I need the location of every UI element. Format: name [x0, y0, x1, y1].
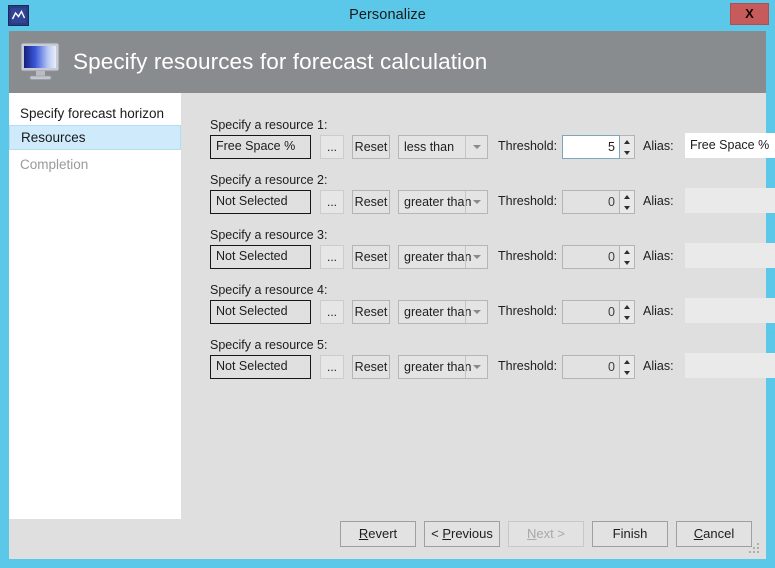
stepper-down-icon	[620, 312, 634, 323]
chevron-down-icon[interactable]	[465, 191, 487, 213]
operator-select-value-5: greater than	[404, 360, 472, 374]
dialog-body: Specify forecast horizon Resources Compl…	[9, 93, 775, 559]
alias-input-2	[685, 188, 775, 213]
resource-group-label: Specify a resource 2:	[210, 173, 328, 187]
operator-select-1[interactable]: less than	[398, 135, 488, 159]
alias-input-1[interactable]: Free Space %	[685, 133, 775, 158]
resource-group-4: Specify a resource 4: Not Selected ... R…	[181, 283, 775, 338]
stepper-down-icon	[620, 202, 634, 213]
alias-label-2: Alias:	[643, 194, 674, 208]
stepper-up-icon	[620, 301, 634, 312]
operator-select-value-1: less than	[404, 140, 455, 154]
operator-select-4[interactable]: greater than	[398, 300, 488, 324]
threshold-label-5: Threshold:	[498, 359, 558, 373]
sidebar-item-specify-forecast-horizon[interactable]: Specify forecast horizon	[9, 101, 181, 126]
threshold-input-1[interactable]: 5	[562, 135, 620, 159]
operator-select-5[interactable]: greater than	[398, 355, 488, 379]
operator-select-2[interactable]: greater than	[398, 190, 488, 214]
sidebar-item-resources[interactable]: Resources	[9, 125, 181, 150]
browse-button-3[interactable]: ...	[320, 245, 344, 269]
previous-button[interactable]: < Previous	[424, 521, 500, 547]
alias-label-4: Alias:	[643, 304, 674, 318]
resources-panel: Specify a resource 1: Free Space % ... R…	[181, 93, 775, 519]
operator-select-value-3: greater than	[404, 250, 472, 264]
dialog-footer: Revert < Previous Next > Finish Cancel	[9, 519, 766, 559]
personalize-window: Personalize X Specify resources for fore…	[0, 0, 775, 568]
threshold-input-3: 0	[562, 245, 620, 269]
resource-group-label: Specify a resource 3:	[210, 228, 328, 242]
resource-group-5: Specify a resource 5: Not Selected ... R…	[181, 338, 775, 393]
page-title: Specify resources for forecast calculati…	[73, 49, 488, 74]
sidebar-item-completion: Completion	[20, 157, 89, 172]
reset-button-5[interactable]: Reset	[352, 355, 390, 379]
close-icon[interactable]: X	[730, 3, 769, 25]
threshold-input-5: 0	[562, 355, 620, 379]
stepper-up-icon	[620, 246, 634, 257]
header-band: Specify resources for forecast calculati…	[9, 31, 766, 93]
reset-button-1[interactable]: Reset	[352, 135, 390, 159]
resource-group-1: Specify a resource 1: Free Space % ... R…	[181, 118, 775, 173]
resource-name-field-3[interactable]: Not Selected	[210, 245, 311, 269]
stepper-up-icon	[620, 191, 634, 202]
monitor-icon	[19, 41, 63, 83]
stepper-down-icon[interactable]	[620, 147, 634, 158]
alias-input-5	[685, 353, 775, 378]
threshold-label-2: Threshold:	[498, 194, 558, 208]
operator-select-value-2: greater than	[404, 195, 472, 209]
resource-group-label: Specify a resource 5:	[210, 338, 328, 352]
browse-button-1[interactable]: ...	[320, 135, 344, 159]
threshold-stepper-1[interactable]	[620, 135, 635, 159]
stepper-down-icon	[620, 367, 634, 378]
resource-group-2: Specify a resource 2: Not Selected ... R…	[181, 173, 775, 228]
browse-button-4[interactable]: ...	[320, 300, 344, 324]
reset-button-4[interactable]: Reset	[352, 300, 390, 324]
chevron-down-icon[interactable]	[465, 136, 487, 158]
browse-button-2[interactable]: ...	[320, 190, 344, 214]
browse-button-5[interactable]: ...	[320, 355, 344, 379]
alias-label-5: Alias:	[643, 359, 674, 373]
resource-name-field-4[interactable]: Not Selected	[210, 300, 311, 324]
threshold-stepper-3	[620, 245, 635, 269]
window-title: Personalize	[349, 7, 426, 23]
threshold-label-4: Threshold:	[498, 304, 558, 318]
resource-name-field-5[interactable]: Not Selected	[210, 355, 311, 379]
alias-input-4	[685, 298, 775, 323]
reset-button-3[interactable]: Reset	[352, 245, 390, 269]
title-bar: Personalize X	[0, 0, 775, 31]
threshold-input-4: 0	[562, 300, 620, 324]
chevron-down-icon[interactable]	[465, 246, 487, 268]
resize-grip-icon[interactable]	[749, 543, 762, 556]
threshold-stepper-4	[620, 300, 635, 324]
stepper-up-icon	[620, 356, 634, 367]
threshold-stepper-5	[620, 355, 635, 379]
resource-group-label: Specify a resource 4:	[210, 283, 328, 297]
threshold-stepper-2	[620, 190, 635, 214]
operator-select-3[interactable]: greater than	[398, 245, 488, 269]
chevron-down-icon[interactable]	[465, 301, 487, 323]
resource-name-field-1[interactable]: Free Space %	[210, 135, 311, 159]
alias-label-3: Alias:	[643, 249, 674, 263]
stepper-down-icon	[620, 257, 634, 268]
next-button: Next >	[508, 521, 584, 547]
chevron-down-icon[interactable]	[465, 356, 487, 378]
operator-select-value-4: greater than	[404, 305, 472, 319]
alias-label-1: Alias:	[643, 139, 674, 153]
resource-group-3: Specify a resource 3: Not Selected ... R…	[181, 228, 775, 283]
finish-button[interactable]: Finish	[592, 521, 668, 547]
reset-button-2[interactable]: Reset	[352, 190, 390, 214]
stepper-up-icon[interactable]	[620, 136, 634, 147]
resource-name-field-2[interactable]: Not Selected	[210, 190, 311, 214]
cancel-button[interactable]: Cancel	[676, 521, 752, 547]
wizard-sidebar: Specify forecast horizon Resources Compl…	[9, 93, 181, 519]
threshold-label-3: Threshold:	[498, 249, 558, 263]
resource-group-label: Specify a resource 1:	[210, 118, 328, 132]
alias-input-3	[685, 243, 775, 268]
threshold-label-1: Threshold:	[498, 139, 558, 153]
threshold-input-2: 0	[562, 190, 620, 214]
revert-button[interactable]: Revert	[340, 521, 416, 547]
